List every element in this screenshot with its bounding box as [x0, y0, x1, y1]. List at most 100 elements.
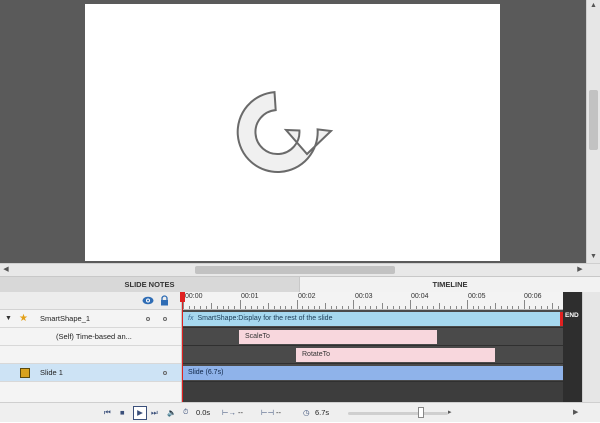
vertical-scroll-thumb[interactable] [589, 90, 598, 150]
ruler-tick [347, 306, 349, 309]
stop-icon[interactable]: ■ [120, 403, 125, 423]
zoom-slider-thumb[interactable] [418, 407, 424, 418]
vertical-scrollbar[interactable]: ▲ ▼ [586, 0, 600, 263]
ruler-tick [268, 303, 270, 309]
rotate-arrow-shape[interactable] [85, 4, 500, 261]
zoom-slider-track[interactable] [348, 412, 448, 415]
ruler-tick [518, 306, 520, 309]
eye-icon[interactable] [142, 296, 154, 305]
ruler-tick [387, 306, 389, 309]
rotate-effect-label: RotateTo [302, 351, 331, 358]
scroll-up-icon[interactable]: ▲ [587, 0, 600, 12]
ruler-tick [319, 306, 321, 309]
ruler-tick [376, 306, 378, 309]
ruler-tick [200, 306, 202, 309]
ruler-tick [393, 306, 395, 309]
tick-label: 00:03 [355, 293, 373, 300]
slide-name: Slide 1 [40, 368, 63, 377]
tab-slide-notes[interactable]: SLIDE NOTES [0, 277, 300, 292]
tab-timeline[interactable]: TIMELINE [300, 277, 600, 292]
ruler-tick [506, 306, 508, 309]
track-smartshape: fx SmartShape:Display for the rest of the… [182, 310, 582, 328]
speaker-icon[interactable]: 🔈 [167, 403, 176, 423]
time-ruler[interactable]: 00:00 00:01 00:02 00:03 00:04 00:05 00:0… [182, 292, 582, 310]
end-label: END [565, 312, 579, 319]
ruler-tick [273, 306, 275, 309]
layer-row-effect-sub[interactable] [0, 346, 181, 364]
fx-icon: fx [188, 315, 194, 322]
ruler-tick [398, 306, 400, 309]
ruler-tick [285, 306, 287, 309]
collapse-arrow-icon[interactable]: ▼ [5, 310, 12, 328]
ruler-tick [290, 306, 292, 309]
ruler-tick [188, 306, 190, 309]
ruler-tick [432, 306, 434, 309]
zoom-in-icon[interactable]: ▸ [448, 403, 452, 423]
star-icon: ★ [19, 313, 28, 324]
scroll-right-icon[interactable]: ▶ [574, 264, 586, 276]
in-time: -- [238, 408, 243, 417]
timeline-scroll-right-icon[interactable]: ▶ [573, 403, 578, 423]
ruler-tick [307, 306, 309, 309]
track-slide: Slide (6.7s) [182, 364, 582, 382]
slide-icon [20, 368, 30, 378]
ruler-tick [217, 306, 219, 309]
ruler-tick [449, 306, 451, 309]
timeline-panel: ▼ ★ SmartShape_1 (Self) Time-based an...… [0, 292, 600, 422]
ruler-tick [353, 300, 355, 309]
ruler-tick [404, 306, 406, 309]
layer-name: SmartShape_1 [40, 314, 91, 323]
ruler-tick [501, 306, 503, 309]
scroll-down-icon[interactable]: ▼ [587, 251, 600, 263]
horizontal-scroll-thumb[interactable] [195, 266, 395, 274]
ruler-tick [256, 306, 258, 309]
lock-icon[interactable] [160, 295, 169, 306]
ruler-tick [535, 306, 537, 309]
lock-dot-icon[interactable] [163, 317, 167, 321]
ruler-tick [205, 306, 207, 309]
ruler-tick [211, 303, 213, 309]
ruler-tick [478, 306, 480, 309]
smartshape-bar[interactable]: fx SmartShape:Display for the rest of the… [182, 312, 563, 326]
ruler-tick [296, 300, 298, 309]
time-icon: ⏱ [183, 409, 189, 416]
visibility-dot-icon[interactable] [146, 317, 150, 321]
ruler-tick [251, 306, 253, 309]
ruler-tick [325, 303, 326, 309]
rotate-effect-bar[interactable]: RotateTo [296, 348, 495, 362]
slide-canvas[interactable] [85, 4, 500, 261]
ruler-tick [546, 306, 548, 309]
ruler-tick [484, 306, 486, 309]
ruler-tick [523, 300, 525, 309]
ruler-tick [552, 303, 554, 309]
ruler-tick [427, 306, 429, 309]
ruler-tick [342, 306, 344, 309]
slide-bar-label: Slide (6.7s) [188, 369, 224, 376]
ruler-tick [461, 306, 463, 309]
ruler-tick [239, 300, 241, 309]
ruler-tick [228, 306, 230, 309]
slide-bar[interactable]: Slide (6.7s) [182, 366, 563, 380]
ruler-tick [467, 300, 468, 309]
ruler-tick [364, 306, 366, 309]
tick-label: 00:04 [411, 293, 429, 300]
next-icon[interactable]: ⏭ [151, 403, 158, 423]
horizontal-scrollbar[interactable]: ◀ ▶ [0, 263, 600, 276]
span-time: -- [276, 408, 281, 417]
duration: 6.7s [315, 408, 330, 417]
scale-effect-bar[interactable]: ScaleTo [239, 330, 437, 344]
ruler-tick [415, 306, 417, 309]
scroll-left-icon[interactable]: ◀ [0, 264, 12, 276]
track-rotate: RotateTo [182, 346, 582, 364]
ruler-tick [381, 303, 383, 309]
layer-row-smartshape[interactable]: ▼ ★ SmartShape_1 [0, 310, 181, 328]
lock-dot-icon[interactable] [163, 371, 167, 375]
layer-row-slide[interactable]: Slide 1 [0, 364, 181, 382]
tick-label: 00:00 [185, 293, 203, 300]
ruler-tick [495, 303, 497, 309]
layer-row-effect[interactable]: (Self) Time-based an... [0, 328, 181, 346]
ruler-tick [330, 306, 332, 309]
play-icon[interactable]: ▶ [133, 406, 147, 420]
rewind-icon[interactable]: ⏮ [104, 403, 111, 423]
ruler-tick [489, 306, 491, 309]
